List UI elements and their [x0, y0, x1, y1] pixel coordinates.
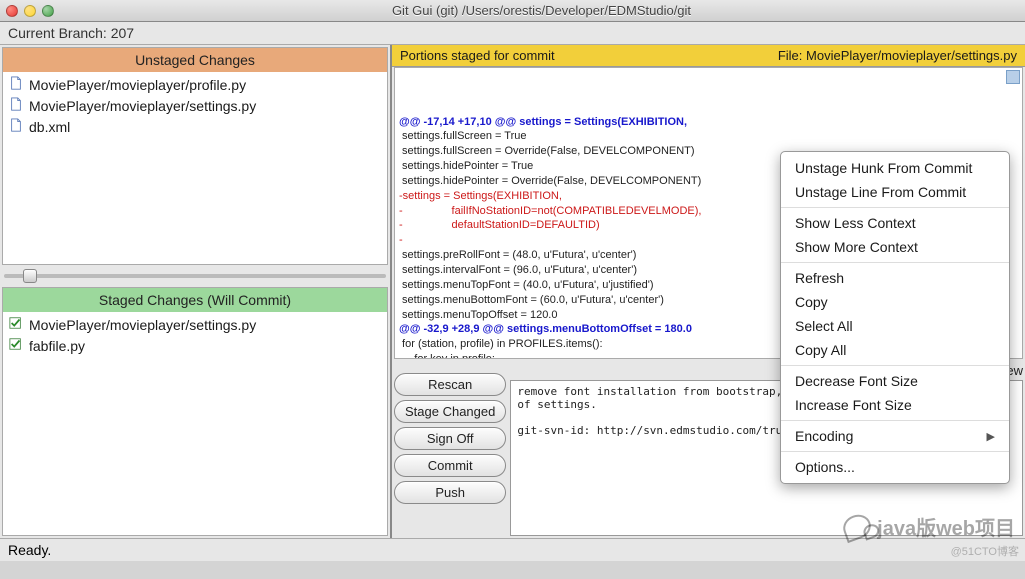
file-path: db.xml — [29, 119, 70, 135]
menu-item-label: Encoding — [795, 428, 853, 444]
checkmark-icon — [9, 315, 23, 334]
menu-item-label: Copy All — [795, 342, 846, 358]
menu-item-label: Options... — [795, 459, 855, 475]
unstaged-panel: Unstaged Changes MoviePlayer/movieplayer… — [2, 47, 388, 265]
file-icon — [9, 75, 23, 94]
commit-button[interactable]: Commit — [394, 454, 506, 477]
menu-item-label: Show More Context — [795, 239, 918, 255]
context-menu-item[interactable]: Unstage Hunk From Commit — [781, 156, 1009, 180]
unstaged-file-row[interactable]: MoviePlayer/movieplayer/settings.py — [5, 95, 385, 116]
file-path: MoviePlayer/movieplayer/settings.py — [29, 98, 256, 114]
diff-header: Portions staged for commit File: MoviePl… — [392, 45, 1025, 67]
split-slider[interactable] — [4, 267, 386, 285]
menu-separator — [781, 451, 1009, 452]
action-buttons: Rescan Stage Changed Sign Off Commit Pus… — [394, 361, 506, 536]
context-menu-item[interactable]: Show Less Context — [781, 211, 1009, 235]
minimize-icon[interactable] — [24, 5, 36, 17]
traffic-lights — [6, 5, 54, 17]
context-menu-item[interactable]: Unstage Line From Commit — [781, 180, 1009, 204]
menu-separator — [781, 420, 1009, 421]
push-button[interactable]: Push — [394, 481, 506, 504]
diff-line[interactable]: settings.fullScreen = True — [399, 129, 1018, 144]
unstaged-header: Unstaged Changes — [3, 48, 387, 72]
branch-label: Current Branch: — [8, 25, 107, 41]
context-menu-item[interactable]: Options... — [781, 455, 1009, 479]
corner-credit: @51CTO博客 — [951, 543, 1019, 559]
file-icon — [9, 117, 23, 136]
submenu-arrow-icon: ▶ — [987, 430, 995, 443]
diff-header-left: Portions staged for commit — [400, 48, 778, 63]
context-menu-item[interactable]: Show More Context — [781, 235, 1009, 259]
close-icon[interactable] — [6, 5, 18, 17]
menu-separator — [781, 207, 1009, 208]
diff-header-file-label: File: — [778, 48, 803, 63]
menu-item-label: Select All — [795, 318, 853, 334]
unstaged-file-row[interactable]: MoviePlayer/movieplayer/profile.py — [5, 74, 385, 95]
staged-file-row[interactable]: fabfile.py — [5, 335, 385, 356]
file-icon — [9, 96, 23, 115]
sign-off-button[interactable]: Sign Off — [394, 427, 506, 450]
context-menu-item[interactable]: Decrease Font Size — [781, 369, 1009, 393]
stage-changed-button[interactable]: Stage Changed — [394, 400, 506, 423]
rescan-button[interactable]: Rescan — [394, 373, 506, 396]
menu-separator — [781, 365, 1009, 366]
context-menu-item[interactable]: Refresh — [781, 266, 1009, 290]
menu-item-label: Show Less Context — [795, 215, 916, 231]
menu-item-label: Unstage Line From Commit — [795, 184, 966, 200]
menu-item-label: Refresh — [795, 270, 844, 286]
window-titlebar: Git Gui (git) /Users/orestis/Developer/E… — [0, 0, 1025, 22]
window-title: Git Gui (git) /Users/orestis/Developer/E… — [64, 3, 1019, 18]
context-menu: Unstage Hunk From Commit Unstage Line Fr… — [780, 151, 1010, 484]
staged-header: Staged Changes (Will Commit) — [3, 288, 387, 312]
context-menu-item[interactable]: Increase Font Size — [781, 393, 1009, 417]
left-pane: Unstaged Changes MoviePlayer/movieplayer… — [0, 45, 392, 538]
menu-separator — [781, 262, 1009, 263]
staged-panel: Staged Changes (Will Commit) MoviePlayer… — [2, 287, 388, 536]
staged-file-row[interactable]: MoviePlayer/movieplayer/settings.py — [5, 314, 385, 335]
diff-header-file-path: MoviePlayer/movieplayer/settings.py — [806, 48, 1017, 63]
context-menu-item[interactable]: Select All — [781, 314, 1009, 338]
menu-item-label: Copy — [795, 294, 828, 310]
menu-item-label: Unstage Hunk From Commit — [795, 160, 972, 176]
branch-name: 207 — [111, 25, 134, 41]
scroll-corner-icon — [1006, 70, 1020, 84]
branch-bar: Current Branch: 207 — [0, 22, 1025, 45]
menu-item-label: Decrease Font Size — [795, 373, 918, 389]
menu-item-label: Increase Font Size — [795, 397, 912, 413]
zoom-icon[interactable] — [42, 5, 54, 17]
checkmark-icon — [9, 336, 23, 355]
context-menu-item[interactable]: Copy All — [781, 338, 1009, 362]
file-path: MoviePlayer/movieplayer/settings.py — [29, 317, 256, 333]
context-menu-item[interactable]: Encoding ▶ — [781, 424, 1009, 448]
status-bar: Ready. — [0, 538, 1025, 561]
diff-line[interactable]: @@ -17,14 +17,10 @@ settings = Settings(… — [399, 115, 1018, 130]
unstaged-file-row[interactable]: db.xml — [5, 116, 385, 137]
file-path: fabfile.py — [29, 338, 85, 354]
file-path: MoviePlayer/movieplayer/profile.py — [29, 77, 246, 93]
context-menu-item[interactable]: Copy — [781, 290, 1009, 314]
